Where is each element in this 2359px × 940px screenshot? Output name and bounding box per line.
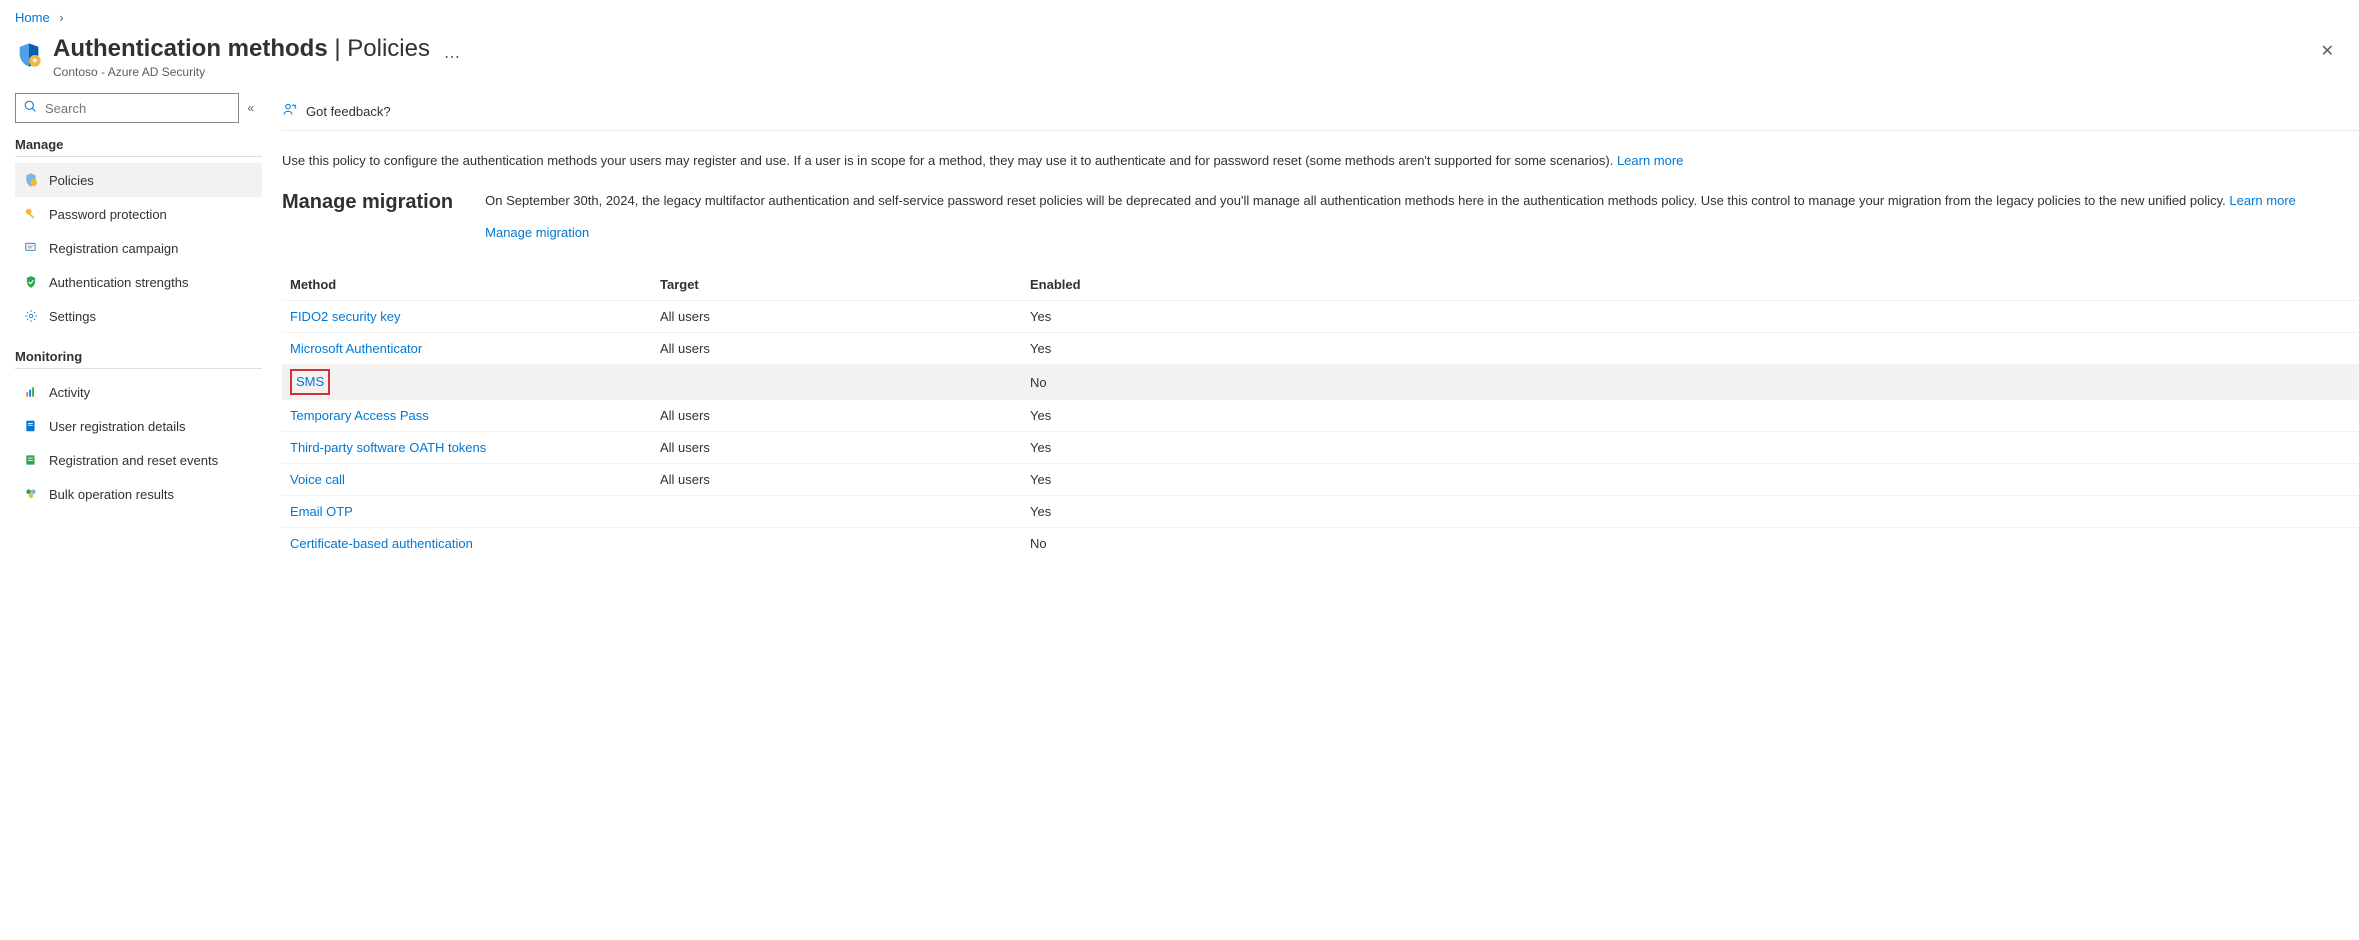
sidebar-item-label: Registration and reset events	[49, 453, 218, 468]
cell-target: All users	[660, 341, 1030, 356]
cell-target: All users	[660, 440, 1030, 455]
table-row[interactable]: Temporary Access Pass All usersYes	[282, 399, 2359, 431]
sidebar-item-label: Bulk operation results	[49, 487, 174, 502]
table-row[interactable]: SMS No	[282, 364, 2359, 399]
cell-enabled: No	[1030, 536, 2351, 551]
more-icon[interactable]: ⋯	[444, 47, 460, 67]
toolbar: Got feedback?	[282, 93, 2359, 131]
activity-icon	[23, 384, 39, 400]
book-icon	[23, 418, 39, 434]
section-monitoring: Monitoring	[15, 349, 262, 369]
cell-enabled: Yes	[1030, 472, 2351, 487]
cell-target: All users	[660, 309, 1030, 324]
search-icon	[24, 100, 37, 116]
breadcrumb: Home ›	[0, 0, 2359, 31]
search-input[interactable]	[43, 100, 230, 117]
sidebar-item-user-registration-details[interactable]: User registration details	[15, 409, 262, 443]
search-box[interactable]	[15, 93, 239, 123]
section-manage: Manage	[15, 137, 262, 157]
campaign-icon	[23, 240, 39, 256]
table-row[interactable]: Certificate-based authentication No	[282, 527, 2359, 559]
feedback-button[interactable]: Got feedback?	[282, 102, 391, 121]
col-method: Method	[290, 273, 660, 296]
migration-text: On September 30th, 2024, the legacy mult…	[485, 193, 2229, 208]
intro-learn-more[interactable]: Learn more	[1617, 153, 1683, 168]
chevron-right-icon: ›	[59, 10, 63, 25]
migration-learn-more[interactable]: Learn more	[2229, 193, 2295, 208]
cell-enabled: Yes	[1030, 440, 2351, 455]
sidebar-item-settings[interactable]: Settings	[15, 299, 262, 333]
sidebar-item-label: Password protection	[49, 207, 167, 222]
breadcrumb-home[interactable]: Home	[15, 10, 50, 25]
sidebar-item-activity[interactable]: Activity	[15, 375, 262, 409]
cell-method: SMS	[290, 365, 660, 399]
col-target: Target	[660, 277, 1030, 292]
page-header: Authentication methods | Policies Contos…	[0, 31, 2359, 93]
cell-method: Third-party software OATH tokens	[290, 436, 660, 459]
migration-section: Manage migration On September 30th, 2024…	[282, 171, 2359, 245]
method-link[interactable]: Voice call	[290, 472, 345, 487]
table-row[interactable]: FIDO2 security key All usersYes	[282, 300, 2359, 332]
methods-table: Method Target Enabled FIDO2 security key…	[282, 268, 2359, 559]
col-enabled: Enabled	[1030, 277, 2351, 292]
cell-enabled: Yes	[1030, 309, 2351, 324]
collapse-sidebar-icon[interactable]: «	[247, 101, 254, 115]
method-link[interactable]: Email OTP	[290, 504, 353, 519]
bulk-icon	[23, 486, 39, 502]
cell-method: Microsoft Authenticator	[290, 337, 660, 360]
sidebar-item-registration-campaign[interactable]: Registration campaign	[15, 231, 262, 265]
method-link[interactable]: Temporary Access Pass	[290, 408, 429, 423]
cell-method: Voice call	[290, 468, 660, 491]
method-link[interactable]: Microsoft Authenticator	[290, 341, 422, 356]
sidebar-item-authentication-strengths[interactable]: Authentication strengths	[15, 265, 262, 299]
cell-method: FIDO2 security key	[290, 305, 660, 328]
table-row[interactable]: Microsoft Authenticator All usersYes	[282, 332, 2359, 364]
method-link[interactable]: Certificate-based authentication	[290, 536, 473, 551]
sidebar-item-password-protection[interactable]: Password protection	[15, 197, 262, 231]
close-icon[interactable]: ✕	[2311, 35, 2344, 67]
key-icon	[23, 206, 39, 222]
main-content: Got feedback? Use this policy to configu…	[262, 93, 2359, 579]
cell-method: Certificate-based authentication	[290, 532, 660, 555]
cell-enabled: Yes	[1030, 504, 2351, 519]
sidebar-item-label: Activity	[49, 385, 90, 400]
cell-method: Email OTP	[290, 500, 660, 523]
sidebar: « Manage Policies Password protection Regi…	[0, 93, 262, 579]
sidebar-item-label: Policies	[49, 173, 94, 188]
table-row[interactable]: Email OTP Yes	[282, 495, 2359, 527]
list-icon	[23, 452, 39, 468]
migration-heading: Manage migration	[282, 191, 453, 214]
cell-target: All users	[660, 408, 1030, 423]
sidebar-item-policies[interactable]: Policies	[15, 163, 262, 197]
gear-icon	[23, 308, 39, 324]
shield-ok-icon	[23, 274, 39, 290]
feedback-icon	[282, 102, 298, 121]
sidebar-item-label: Registration campaign	[49, 241, 178, 256]
policies-icon	[23, 172, 39, 188]
intro-text: Use this policy to configure the authent…	[282, 131, 2359, 171]
sidebar-item-label: Settings	[49, 309, 96, 324]
table-row[interactable]: Voice call All usersYes	[282, 463, 2359, 495]
page-subtitle: Contoso - Azure AD Security	[53, 65, 430, 79]
method-link[interactable]: FIDO2 security key	[290, 309, 401, 324]
cell-enabled: Yes	[1030, 341, 2351, 356]
method-link[interactable]: Third-party software OATH tokens	[290, 440, 486, 455]
manage-migration-link[interactable]: Manage migration	[485, 223, 2296, 244]
method-link[interactable]: SMS	[290, 369, 330, 395]
cell-enabled: Yes	[1030, 408, 2351, 423]
sidebar-item-label: Authentication strengths	[49, 275, 188, 290]
cell-method: Temporary Access Pass	[290, 404, 660, 427]
page-title: Authentication methods | Policies	[53, 35, 430, 63]
page-title-bold: Authentication methods	[53, 35, 328, 62]
cell-target: All users	[660, 472, 1030, 487]
sidebar-item-label: User registration details	[49, 419, 186, 434]
table-row[interactable]: Third-party software OATH tokens All user…	[282, 431, 2359, 463]
feedback-label: Got feedback?	[306, 104, 391, 119]
table-header-row: Method Target Enabled	[282, 268, 2359, 300]
auth-methods-icon	[15, 41, 43, 69]
sidebar-item-registration-and-reset-events[interactable]: Registration and reset events	[15, 443, 262, 477]
sidebar-item-bulk-operation-results[interactable]: Bulk operation results	[15, 477, 262, 511]
page-title-section: Policies	[347, 35, 430, 62]
cell-enabled: No	[1030, 375, 2351, 390]
